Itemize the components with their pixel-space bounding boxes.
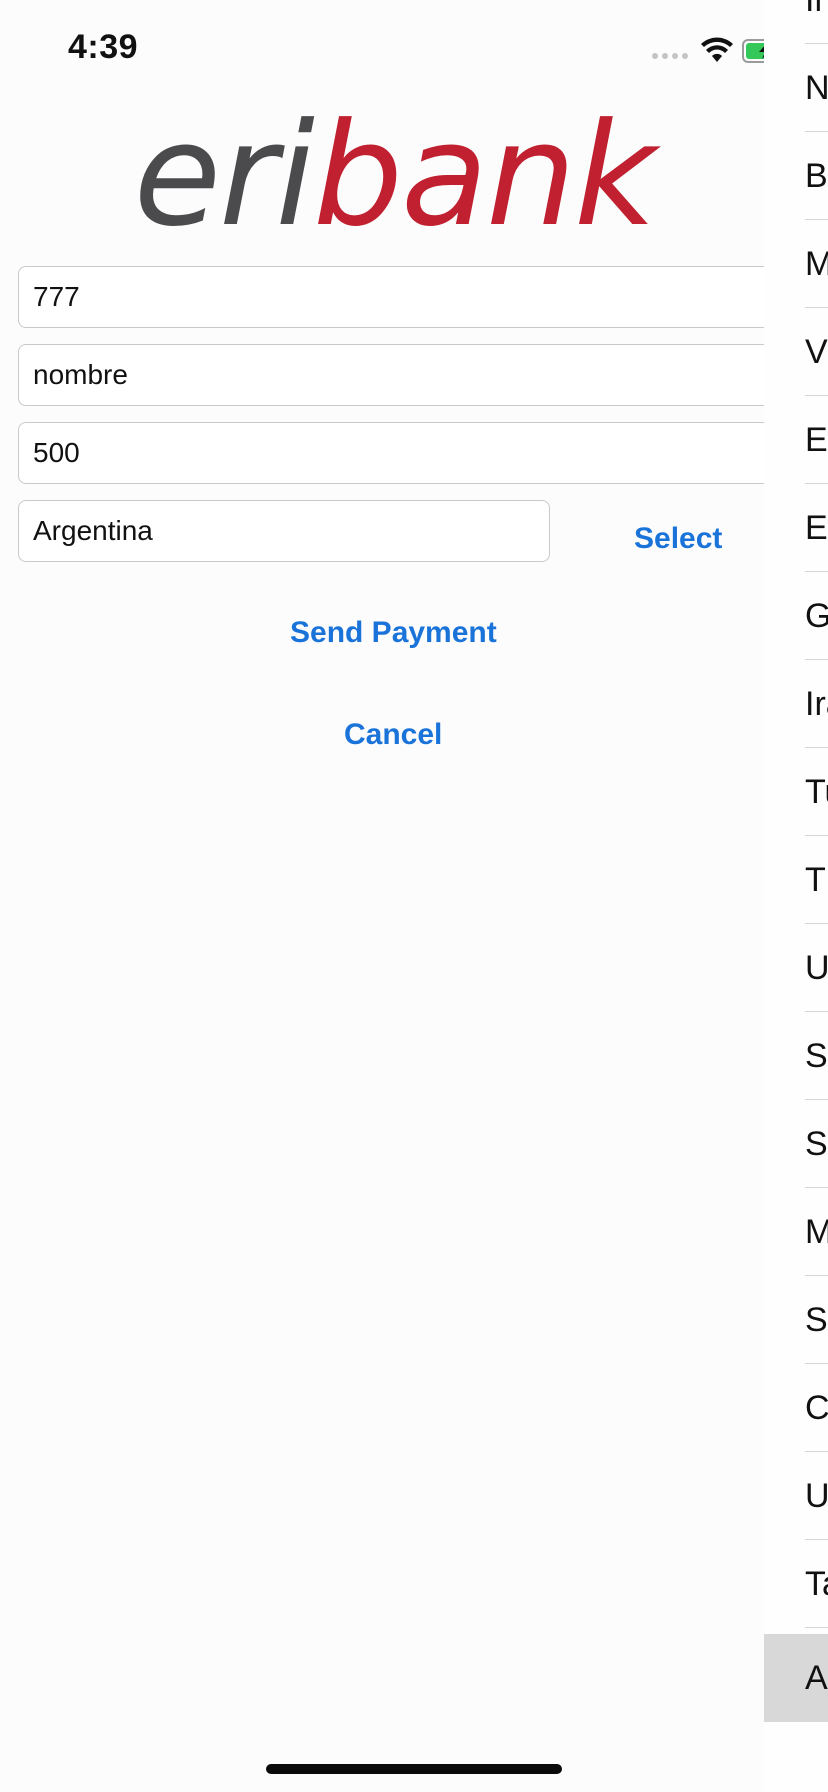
picker-row[interactable]: In	[764, 0, 828, 44]
home-indicator[interactable]	[266, 1764, 562, 1774]
status-bar: 4:39	[0, 0, 828, 100]
picker-row[interactable]: Ba	[764, 132, 828, 220]
country-picker-list[interactable]: In N Ba M V Et Eg G Ira Tu Th U So So M …	[764, 0, 828, 1792]
picker-row[interactable]: U	[764, 1452, 828, 1540]
amount-field-value: 500	[33, 437, 80, 468]
picker-row[interactable]: Eg	[764, 484, 828, 572]
picker-row[interactable]: Ira	[764, 660, 828, 748]
amount-field[interactable]: 500	[18, 422, 788, 484]
picker-row[interactable]: C	[764, 1364, 828, 1452]
cancel-button[interactable]: Cancel	[344, 718, 442, 752]
country-field[interactable]: Argentina	[18, 500, 550, 562]
picker-row[interactable]: So	[764, 1012, 828, 1100]
picker-row[interactable]: Et	[764, 396, 828, 484]
picker-row[interactable]: G	[764, 572, 828, 660]
logo-part-bank: bank	[312, 93, 656, 258]
wifi-icon	[701, 37, 733, 62]
name-field[interactable]: nombre	[18, 344, 788, 406]
picker-row[interactable]: So	[764, 1100, 828, 1188]
name-field-value: nombre	[33, 359, 128, 390]
picker-row[interactable]: Th	[764, 836, 828, 924]
picker-row[interactable]: M	[764, 220, 828, 308]
phone-field[interactable]: 777	[18, 266, 788, 328]
send-payment-button[interactable]: Send Payment	[290, 616, 497, 650]
picker-row-selected[interactable]: A	[764, 1634, 828, 1722]
picker-row[interactable]: Sp	[764, 1276, 828, 1364]
payment-screen: 4:39 eribank 777 nombre 500 Argentina Se…	[0, 0, 828, 1792]
logo-part-eri: eri	[133, 93, 315, 258]
eribank-logo: eribank	[0, 105, 788, 247]
picker-row[interactable]: V	[764, 308, 828, 396]
picker-row[interactable]: Tu	[764, 748, 828, 836]
picker-row[interactable]: U	[764, 924, 828, 1012]
picker-row[interactable]: Ta	[764, 1540, 828, 1628]
signal-dots-icon	[652, 53, 688, 59]
picker-row[interactable]: N	[764, 44, 828, 132]
picker-row[interactable]: M	[764, 1188, 828, 1276]
status-time: 4:39	[68, 28, 139, 66]
phone-field-value: 777	[33, 281, 80, 312]
country-field-value: Argentina	[33, 515, 153, 546]
select-country-button[interactable]: Select	[634, 522, 722, 556]
